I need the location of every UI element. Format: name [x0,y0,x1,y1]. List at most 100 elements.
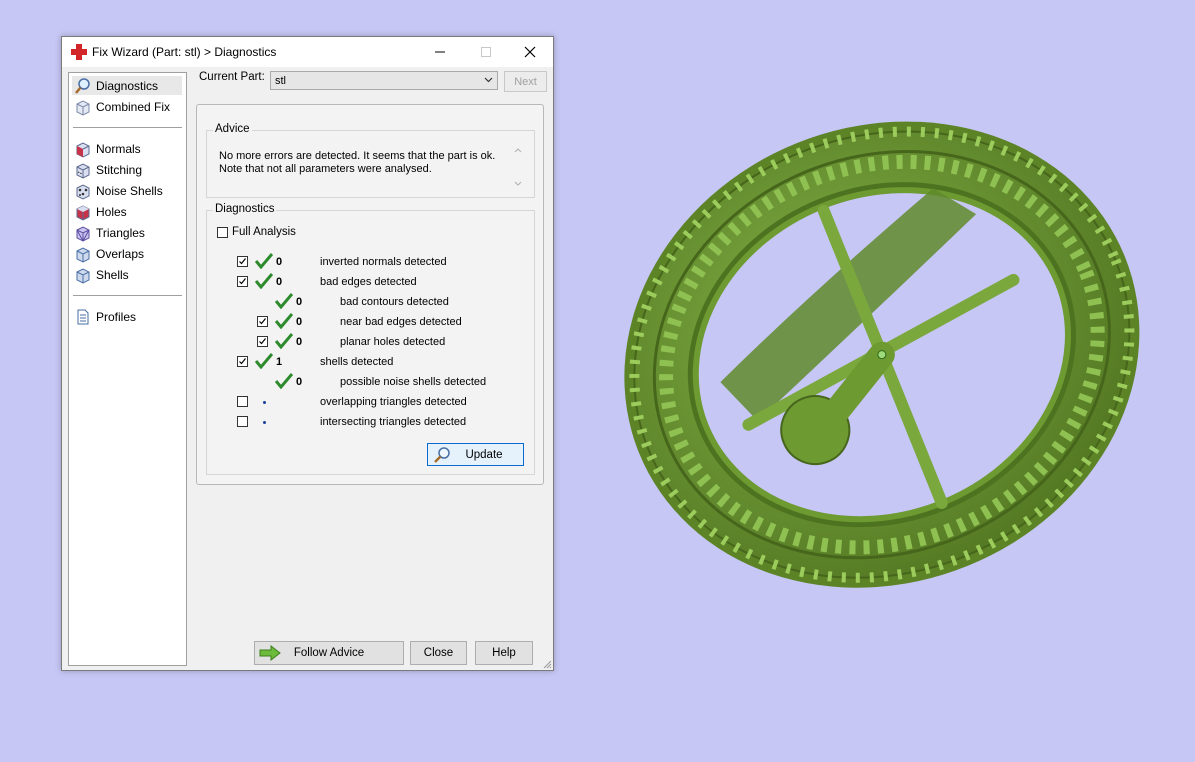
planar-holes-checkbox[interactable] [257,336,268,347]
sidebar-item-label: Holes [96,204,127,219]
green-check-icon [275,333,293,349]
green-check-icon [275,313,293,329]
stitching-cube-icon [76,162,90,179]
help-label: Help [492,647,516,659]
sidebar-divider [73,295,182,296]
green-check-icon [275,293,293,309]
green-check-icon [255,353,273,369]
inverted-normals-count: 0 [276,256,283,268]
sidebar-item-profiles[interactable]: Profiles [72,307,182,326]
minimize-icon [435,51,445,53]
sidebar-item-combined-fix[interactable]: Combined Fix [72,97,182,116]
maximize-button[interactable] [463,37,509,67]
normals-cube-icon [76,141,90,158]
maximize-icon [481,47,491,57]
diagnostics-title: Diagnostics [213,203,277,215]
advice-text: No more errors are detected. It seems th… [219,150,499,176]
close-label: Close [423,647,454,659]
update-label: Update [465,449,503,461]
shells-count: 1 [276,356,283,368]
intersecting-triangles-checkbox[interactable] [237,416,248,427]
bad-contours-label: bad contours detected [340,296,449,308]
sidebar-item-shells[interactable]: Shells [72,265,182,284]
sidebar-item-label: Overlaps [96,246,145,261]
advice-group: Advice No more errors are detected. It s… [206,123,535,198]
sidebar-item-normals[interactable]: Normals [72,139,182,158]
inverted-normals-checkbox[interactable] [237,256,248,267]
follow-advice-label: Follow Advice [293,647,365,659]
green-check-icon [275,373,293,389]
sidebar-divider [73,127,182,128]
planar-holes-label: planar holes detected [340,336,446,348]
tire-3d-model[interactable] [600,70,1160,630]
overlapping-triangles-label: overlapping triangles detected [320,396,467,408]
window-title: Fix Wizard (Part: stl) > Diagnostics [92,45,277,59]
advice-scrollbar[interactable] [512,145,524,189]
bad-edges-count: 0 [276,276,283,288]
holes-cube-icon [76,204,90,221]
help-button[interactable]: Help [475,641,533,665]
overlapping-triangles-checkbox[interactable] [237,396,248,407]
sidebar-item-holes[interactable]: Holes [72,202,182,221]
noise-shells-label: possible noise shells detected [340,376,487,388]
follow-advice-button[interactable]: Follow Advice [254,641,404,665]
planar-holes-count: 0 [296,336,303,348]
wizard-sidebar: Diagnostics Combined Fix Normals Stitchi… [68,72,187,666]
close-window-button[interactable] [507,37,553,67]
near-bad-edges-checkbox[interactable] [257,316,268,327]
sidebar-item-noise-shells[interactable]: Noise Shells [72,181,182,200]
sidebar-item-triangles[interactable]: Triangles [72,223,182,242]
sidebar-item-diagnostics[interactable]: Diagnostics [72,76,182,95]
intersecting-triangles-label: intersecting triangles detected [320,416,467,428]
magnifier-icon [75,77,90,94]
fix-wizard-window: Fix Wizard (Part: stl) > Diagnostics Dia… [61,36,554,671]
bad-edges-label: bad edges detected [320,276,417,288]
shells-cube-icon [76,267,90,284]
near-bad-edges-label: near bad edges detected [340,316,462,328]
advice-line: Note that not all parameters were analys… [219,163,432,175]
shells-checkbox[interactable] [237,356,248,367]
not-analysed-dot-icon [263,421,266,424]
resize-grip-icon[interactable] [542,659,552,669]
sidebar-item-label: Shells [96,267,129,282]
sidebar-item-label: Noise Shells [96,183,163,198]
full-analysis-label: Full Analysis [232,226,296,238]
not-analysed-dot-icon [263,401,266,404]
bad-contours-count: 0 [296,296,303,308]
next-button-label: Next [514,75,537,88]
full-analysis-checkbox[interactable] [217,227,228,238]
green-check-icon [255,253,273,269]
inverted-normals-label: inverted normals detected [320,256,447,268]
sidebar-item-label: Combined Fix [96,99,171,114]
diagnostics-group: Diagnostics Full Analysis 0 inverted nor… [206,203,535,475]
sidebar-item-label: Diagnostics [96,78,159,93]
sidebar-item-stitching[interactable]: Stitching [72,160,182,179]
red-cross-icon [71,44,87,60]
advice-title: Advice [213,123,252,135]
close-icon [524,46,536,58]
current-part-dropdown[interactable]: stl [270,71,498,90]
chevron-down-icon [484,77,493,83]
current-part-label: Current Part: [199,71,265,83]
cube-icon [76,99,90,116]
noise-shells-count: 0 [296,376,303,388]
overlaps-cube-icon [76,246,90,263]
sidebar-item-label: Stitching [96,162,143,177]
current-part-value: stl [275,75,286,87]
close-button[interactable]: Close [410,641,467,665]
bad-edges-checkbox[interactable] [237,276,248,287]
update-button[interactable]: Update [427,443,524,466]
sidebar-item-label: Profiles [96,309,137,324]
sidebar-item-label: Normals [96,141,141,156]
next-button[interactable]: Next [504,71,547,92]
triangles-cube-icon [76,225,90,242]
title-bar[interactable]: Fix Wizard (Part: stl) > Diagnostics [62,37,553,67]
diagnostics-panel: Advice No more errors are detected. It s… [196,104,544,485]
noise-shells-icon [76,183,90,200]
near-bad-edges-count: 0 [296,316,303,328]
sidebar-item-overlaps[interactable]: Overlaps [72,244,182,263]
green-check-icon [255,273,273,289]
document-icon [77,309,89,324]
minimize-button[interactable] [417,37,463,67]
sidebar-item-label: Triangles [96,225,145,240]
